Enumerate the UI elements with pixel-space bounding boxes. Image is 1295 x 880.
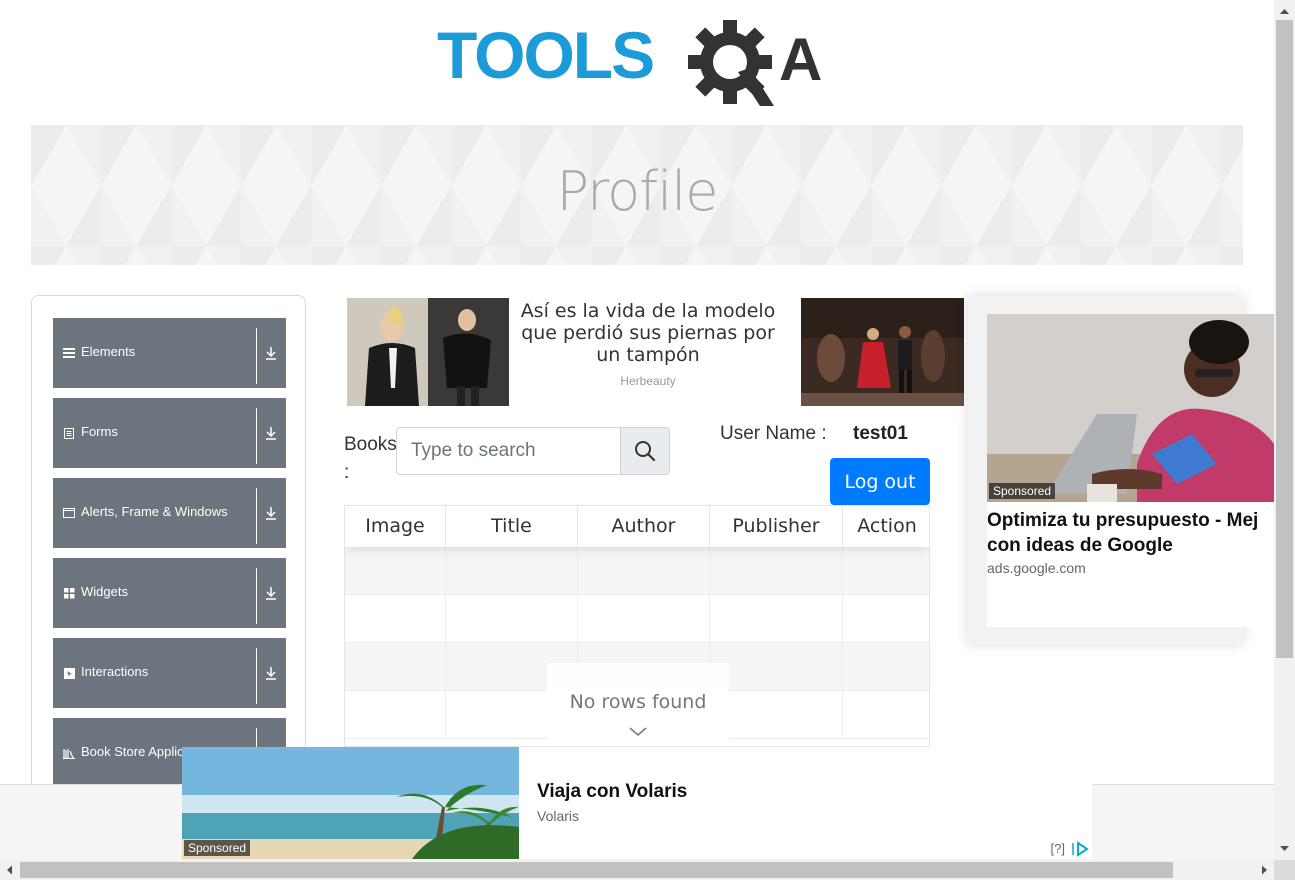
- document-icon: [63, 427, 75, 439]
- sidebar-group-widgets[interactable]: Widgets: [53, 558, 286, 628]
- ad-image-man-laptop[interactable]: Sponsored: [987, 314, 1274, 502]
- scroll-left-arrow-icon[interactable]: [1, 860, 19, 880]
- sidebar-group-forms[interactable]: Forms: [53, 398, 286, 468]
- download-arrow-icon: [266, 667, 276, 680]
- table-row: [345, 547, 929, 595]
- ad-source: Herbeauty: [620, 374, 676, 388]
- user-name-value: test01: [853, 423, 908, 444]
- books-icon: [63, 747, 75, 759]
- ad-help-link[interactable]: [?]: [1051, 841, 1065, 856]
- scroll-down-arrow-icon[interactable]: [1274, 840, 1295, 858]
- bottom-ad[interactable]: Sponsored Viaja con Volaris Volaris [?]: [182, 747, 1092, 859]
- sidebar-group-label: Forms: [81, 424, 118, 439]
- logout-button[interactable]: Log out: [830, 458, 930, 505]
- ad-source: Volaris: [537, 808, 580, 824]
- logo-text-a: A: [779, 26, 822, 93]
- horizontal-scroll-thumb[interactable]: [20, 862, 1173, 878]
- page-title: Profile: [556, 160, 719, 223]
- column-header-title[interactable]: Title: [446, 506, 578, 547]
- sponsored-badge: Sponsored: [989, 483, 1056, 499]
- ad-headline[interactable]: Así es la vida de la modelo que perdió s…: [513, 300, 783, 366]
- toolsqa-logo[interactable]: TOOLS A: [437, 18, 841, 112]
- ad-title[interactable]: Viaja con Volaris: [537, 781, 687, 803]
- window-icon: [63, 507, 75, 519]
- horizontal-scrollbar[interactable]: [0, 860, 1274, 880]
- ad-title[interactable]: Optimiza tu presupuesto - Mej con ideas …: [987, 508, 1274, 558]
- search-input[interactable]: [396, 427, 621, 475]
- divider: [256, 488, 257, 544]
- user-name-label: User Name :: [720, 423, 827, 444]
- scrollbar-corner: [1274, 860, 1295, 880]
- search-button[interactable]: [620, 427, 670, 475]
- divider: [256, 328, 257, 384]
- top-ad-banner[interactable]: Así es la vida de la modelo que perdió s…: [347, 298, 964, 406]
- divider: [256, 648, 257, 704]
- ad-image-beach[interactable]: Sponsored: [182, 747, 519, 859]
- cursor-icon: [63, 667, 75, 679]
- sidebar-group-label: Book Store Applica: [81, 744, 191, 759]
- chevron-down-icon: [629, 727, 647, 736]
- sidebar-group-label: Widgets: [81, 584, 128, 599]
- download-arrow-icon: [266, 347, 276, 360]
- download-arrow-icon: [266, 507, 276, 520]
- table-header: Image Title Author Publisher Action: [345, 506, 929, 547]
- download-arrow-icon: [266, 427, 276, 440]
- hamburger-icon: [63, 347, 75, 359]
- right-ad[interactable]: Sponsored Optimiza tu presupuesto - Mej …: [987, 314, 1274, 627]
- sidebar-group-elements[interactable]: Elements: [53, 318, 286, 388]
- ad-image-dancers[interactable]: [801, 298, 964, 406]
- search-icon: [635, 441, 656, 462]
- column-header-publisher[interactable]: Publisher: [710, 506, 843, 547]
- sidebar-group-label: Interactions: [81, 664, 149, 679]
- column-header-author[interactable]: Author: [578, 506, 710, 547]
- sponsored-badge: Sponsored: [184, 840, 251, 856]
- sidebar-group-interactions[interactable]: Interactions: [53, 638, 286, 708]
- grid-icon: [63, 587, 75, 599]
- browser-viewport: TOOLS A Profile Elements Forms Alerts, F…: [0, 0, 1274, 860]
- divider: [256, 568, 257, 624]
- vertical-scroll-thumb[interactable]: [1276, 20, 1293, 658]
- sidebar-group-label: Alerts, Frame & Windows: [81, 504, 228, 519]
- download-arrow-icon: [266, 587, 276, 600]
- no-rows-text: No rows found: [569, 691, 707, 713]
- table-row: [345, 595, 929, 643]
- no-rows-message: No rows found: [547, 663, 729, 746]
- ad-domain: ads.google.com: [987, 560, 1086, 576]
- column-header-image[interactable]: Image: [345, 506, 446, 547]
- scroll-up-arrow-icon[interactable]: [1274, 2, 1295, 20]
- vertical-scrollbar[interactable]: [1274, 0, 1295, 860]
- column-header-action[interactable]: Action: [843, 506, 929, 547]
- adchoices-icon[interactable]: [1070, 841, 1090, 857]
- books-table: Image Title Author Publisher Action No r…: [344, 505, 930, 747]
- logo-text-tools: TOOLS: [437, 18, 653, 92]
- gear-icon: [688, 20, 774, 106]
- sidebar: Elements Forms Alerts, Frame & Windows W…: [31, 295, 306, 815]
- ad-image-model[interactable]: [347, 298, 509, 406]
- scroll-right-arrow-icon[interactable]: [1255, 860, 1273, 880]
- divider: [256, 408, 257, 464]
- sidebar-group-alerts-frame-windows[interactable]: Alerts, Frame & Windows: [53, 478, 286, 548]
- sidebar-group-label: Elements: [81, 344, 136, 359]
- books-label: Books :: [344, 434, 397, 483]
